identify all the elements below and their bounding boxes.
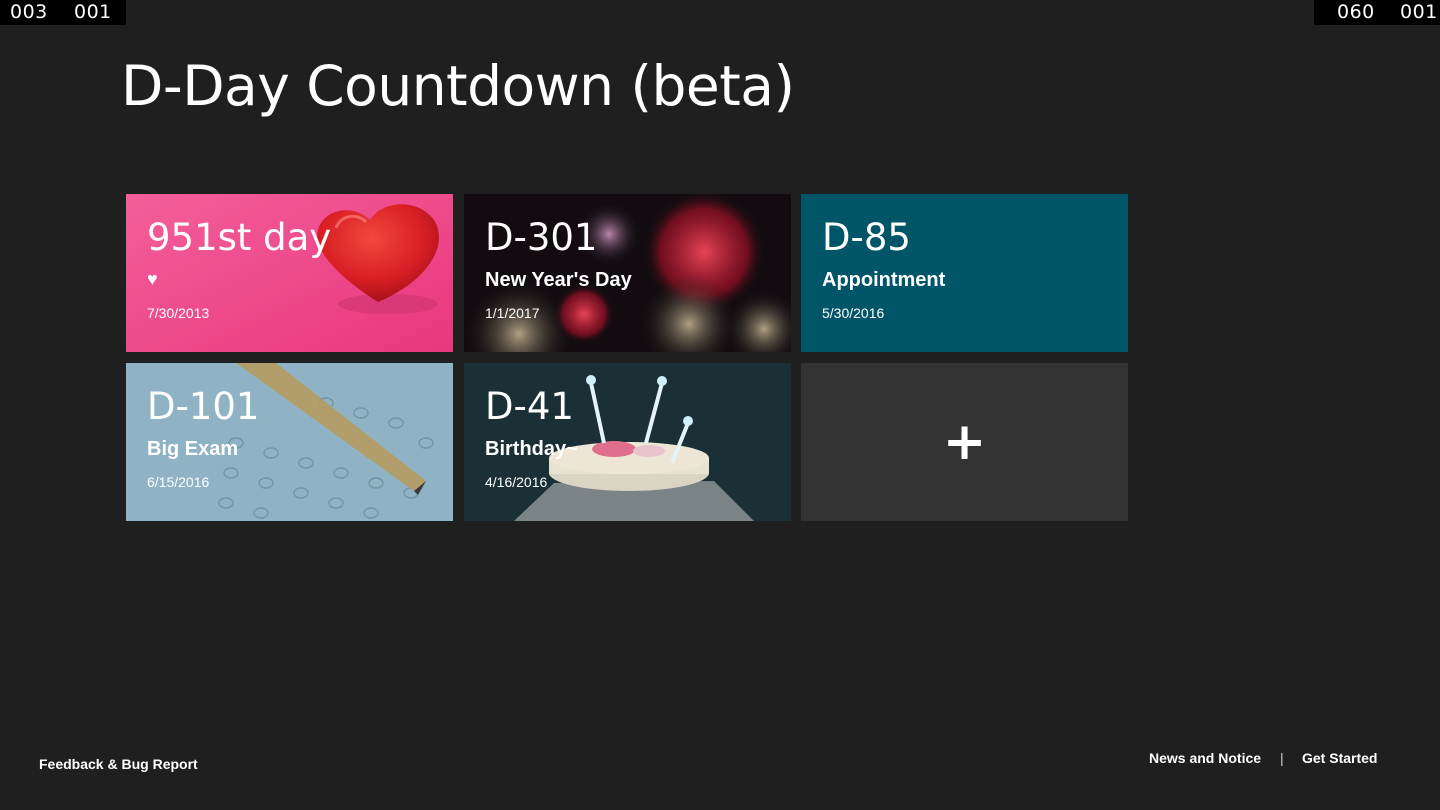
tile-count: D-301 (485, 216, 598, 259)
countdown-tile-appointment[interactable]: D-85 Appointment 5/30/2016 (801, 194, 1128, 352)
tile-date: 7/30/2013 (147, 305, 210, 321)
countdown-tile-new-years-day[interactable]: D-301 New Year's Day 1/1/2017 (464, 194, 791, 352)
counter-value: 060 (1337, 1, 1375, 23)
news-link[interactable]: News and Notice (1149, 749, 1261, 767)
counter-value: 001 (1400, 1, 1438, 23)
counter-value: 003 (10, 1, 48, 23)
footer-separator: | (1280, 750, 1284, 766)
heart-icon: ♥ (147, 269, 158, 289)
tile-date: 6/15/2016 (147, 474, 210, 490)
tile-date: 5/30/2016 (822, 305, 885, 321)
tile-title: Birthday~ (485, 438, 578, 460)
tile-title: New Year's Day (485, 269, 632, 291)
feedback-link[interactable]: Feedback & Bug Report (39, 755, 198, 773)
countdown-tile-birthday[interactable]: D-41 Birthday~ 4/16/2016 (464, 363, 791, 521)
tile-count: D-101 (147, 385, 260, 428)
frame-counter-left: 003 001 (0, 0, 126, 25)
add-countdown-button[interactable]: + (801, 363, 1128, 521)
tile-count: 951st day (147, 216, 332, 259)
countdown-tile-big-exam[interactable]: D-101 Big Exam 6/15/2016 (126, 363, 453, 521)
tile-title: Appointment (822, 269, 946, 291)
frame-counter-right: 060 001 (1314, 0, 1440, 25)
counter-value: 001 (74, 1, 112, 23)
countdown-tile-anniversary[interactable]: 951st day ♥ 7/30/2013 (126, 194, 453, 352)
plus-icon: + (942, 412, 987, 472)
get-started-link[interactable]: Get Started (1302, 749, 1377, 767)
tile-title: Big Exam (147, 438, 239, 460)
tile-count: D-85 (822, 216, 911, 259)
page-title: D-Day Countdown (beta) (121, 54, 795, 118)
app-window: 003 001 060 001 D-Day Countdown (beta) 9… (0, 0, 1440, 810)
tile-count: D-41 (485, 385, 574, 428)
tile-date: 1/1/2017 (485, 305, 540, 321)
tile-date: 4/16/2016 (485, 474, 548, 490)
